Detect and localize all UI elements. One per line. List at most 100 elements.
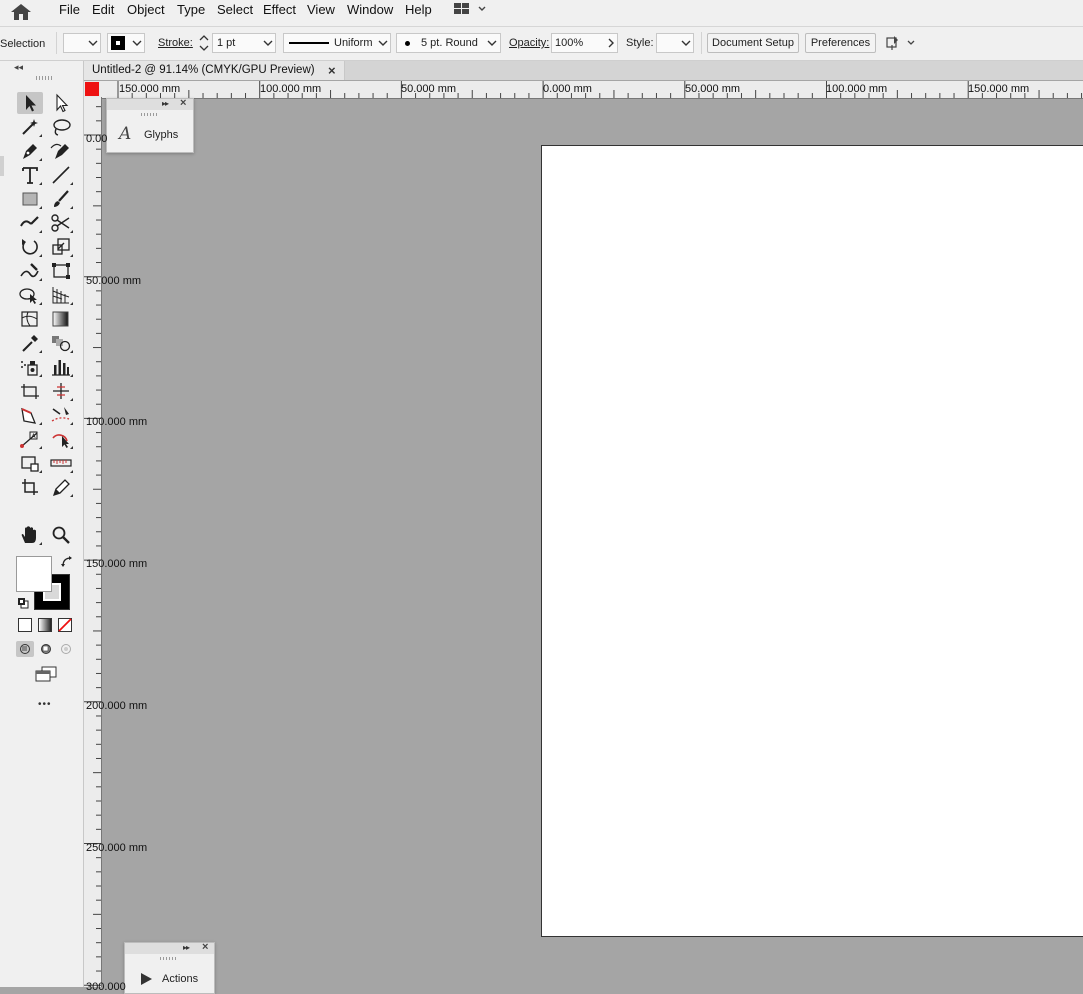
home-icon[interactable] [8,2,34,22]
default-fill-stroke-icon[interactable] [16,596,30,610]
mesh-tool-icon[interactable] [17,308,43,330]
variable-width-profile-dropdown[interactable]: Uniform [283,33,391,53]
column-graph-tool-icon[interactable] [48,356,74,378]
arrange-documents-icon[interactable] [884,33,918,53]
actions-label[interactable]: Actions [162,973,198,985]
zoom-tool-icon[interactable] [48,524,74,546]
paintbrush-tool-icon[interactable] [48,188,74,210]
line-segment-tool-icon[interactable] [48,164,74,186]
stroke-weight-stepper[interactable] [196,33,212,53]
reshape-tool-icon[interactable] [48,428,74,450]
preferences-button[interactable]: Preferences [805,33,876,53]
glyphs-label[interactable]: Glyphs [144,129,178,141]
menu-view[interactable]: View [307,1,335,18]
menu-edit[interactable]: Edit [92,1,114,18]
eraser-tool-icon[interactable] [17,404,43,426]
stroke-weight-field[interactable]: 1 pt [212,33,276,53]
panel-header[interactable]: ▸▸ × [125,941,214,954]
gradient-mode-icon[interactable] [38,618,52,632]
fill-color-swatch[interactable] [16,556,52,592]
free-transform-tool-icon[interactable] [48,260,74,282]
expand-panel-icon[interactable]: ▸▸ [183,943,190,952]
collapse-toolbar-icon[interactable]: ◂◂ [14,62,23,73]
rectangle-tool-icon[interactable] [17,188,43,210]
document-setup-button[interactable]: Document Setup [707,33,799,53]
brush-definition-dropdown[interactable]: 5 pt. Round [396,33,501,53]
type-tool-icon[interactable] [17,164,43,186]
menu-effect[interactable]: Effect [263,1,296,18]
opacity-field[interactable]: 100% [551,33,618,53]
ruler-tool-icon[interactable] [48,452,74,474]
puppet-warp-tool-icon[interactable]: A [17,428,43,450]
shaper-tool-icon[interactable] [17,212,43,234]
graphic-style-dropdown[interactable] [656,33,694,53]
draw-normal-icon[interactable] [16,641,34,657]
eyedropper-tool-icon[interactable] [17,332,43,354]
direct-selection-tool-icon[interactable] [48,92,74,114]
swap-fill-stroke-icon[interactable] [60,555,74,569]
crop-tool-icon[interactable] [17,476,43,498]
toolbar-grip[interactable] [36,76,54,80]
document-tab[interactable]: Untitled-2 @ 91.14% (CMYK/GPU Preview) × [84,61,345,80]
glyphs-icon[interactable]: A [119,124,131,144]
menu-type[interactable]: Type [177,1,205,18]
scatter-tool-icon[interactable] [17,452,43,474]
knife-tool-icon[interactable] [48,404,74,426]
ruler-label: 50.000 mm [685,83,741,95]
close-icon[interactable]: × [180,97,186,109]
panel-grip[interactable] [160,957,178,960]
menu-window[interactable]: Window [347,1,393,18]
gradient-tool-icon[interactable] [48,308,74,330]
fill-color-dropdown[interactable] [63,33,101,53]
edit-toolbar-icon[interactable]: ••• [38,699,52,710]
play-icon[interactable] [139,972,153,986]
ruler-origin[interactable] [84,81,100,97]
panel-header[interactable]: ▸▸ × [107,97,193,110]
lasso-tool-icon[interactable] [48,116,74,138]
draw-behind-icon[interactable] [37,641,55,657]
actions-panel: ▸▸ × Actions [124,941,215,994]
ruler-label: 150.000 mm [86,558,148,570]
panel-grip[interactable] [141,113,159,116]
color-mode-icon[interactable] [18,618,32,632]
rotate-tool-icon[interactable] [17,236,43,258]
warp-tool-icon[interactable] [17,260,43,282]
curvature-tool-icon[interactable] [48,140,74,162]
tab-strip [345,61,1083,80]
opacity-label[interactable]: Opacity: [509,37,549,49]
brush-dot-icon [405,41,410,46]
workspace-switcher-icon[interactable] [452,2,492,20]
menu-select[interactable]: Select [217,1,253,18]
symbol-sprayer-tool-icon[interactable] [17,356,43,378]
pencil-tool-icon[interactable] [48,476,74,498]
close-icon[interactable]: × [202,941,208,953]
close-icon[interactable]: × [328,63,336,78]
hand-tool-icon[interactable] [17,524,43,546]
expand-panel-icon[interactable]: ▸▸ [162,99,169,108]
stroke-label[interactable]: Stroke: [158,37,193,49]
stroke-color-dropdown[interactable] [107,33,145,53]
screen-mode-icon[interactable] [33,665,59,683]
slice-tool-icon[interactable] [48,380,74,402]
brush-value: 5 pt. Round [421,37,478,49]
toolbar-edge-handle[interactable] [0,156,4,176]
shape-builder-tool-icon[interactable] [17,284,43,306]
blend-tool-icon[interactable] [48,332,74,354]
pen-tool-icon[interactable] [17,140,43,162]
magic-wand-tool-icon[interactable] [17,116,43,138]
perspective-grid-tool-icon[interactable] [48,284,74,306]
scale-tool-icon[interactable] [48,236,74,258]
horizontal-ruler[interactable]: 150.000 mm 100.000 mm 50.000 mm 0.000 mm… [100,81,1083,99]
ruler-label: 150.000 mm [968,83,1030,95]
artboard[interactable] [541,145,1083,937]
menu-help[interactable]: Help [405,1,432,18]
draw-inside-icon[interactable] [57,641,75,657]
divider [701,32,702,54]
selection-tool-icon[interactable] [17,92,43,114]
none-mode-icon[interactable] [58,618,72,632]
ruler-label: 100.000 mm [260,83,322,95]
menu-file[interactable]: File [59,1,80,18]
scissors-tool-icon[interactable] [48,212,74,234]
menu-object[interactable]: Object [127,1,165,18]
artboard-tool-icon[interactable] [17,380,43,402]
